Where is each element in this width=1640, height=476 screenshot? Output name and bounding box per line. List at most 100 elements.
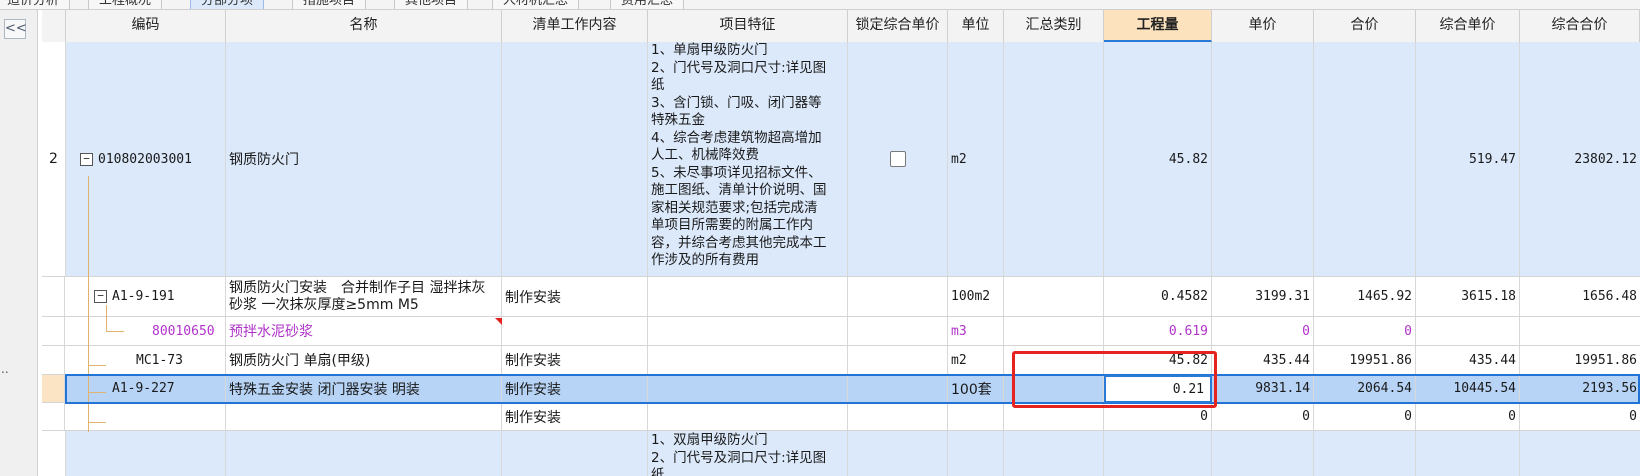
- item-unit-price[interactable]: 0: [1212, 403, 1314, 430]
- header-summary-category[interactable]: 汇总类别: [1004, 10, 1104, 42]
- item-unit-price[interactable]: 435.44: [1212, 346, 1314, 374]
- header-composite-total[interactable]: 综合合价: [1520, 10, 1640, 42]
- item-work-content[interactable]: 制作安装: [502, 346, 648, 374]
- item-features[interactable]: [648, 317, 848, 345]
- item-features[interactable]: [648, 403, 848, 430]
- table-row[interactable]: 2 − 010802003001 钢质防火门 1、单扇甲级防火门 2、门代号及洞…: [42, 42, 1640, 277]
- item-composite-total[interactable]: 0: [1520, 403, 1640, 430]
- item-code-cell[interactable]: − 010802003001: [66, 42, 226, 276]
- quantity-edit-input[interactable]: 0.21: [1104, 375, 1212, 403]
- item-features[interactable]: 1、双扇甲级防火门 2、门代号及洞口尺寸:详见图 纸: [648, 431, 848, 476]
- item-total-price[interactable]: 2064.54: [1314, 375, 1416, 402]
- item-work-content[interactable]: [502, 317, 648, 345]
- item-unit-price[interactable]: 0: [1212, 317, 1314, 345]
- item-unit[interactable]: [948, 431, 1004, 476]
- item-work-content[interactable]: [502, 42, 648, 276]
- header-total-price[interactable]: 合价: [1314, 10, 1416, 42]
- item-features[interactable]: [648, 277, 848, 316]
- table-row[interactable]: 80010650 预拌水泥砂浆 m3 0.619 0 0: [42, 317, 1640, 346]
- item-quantity[interactable]: 0: [1104, 403, 1212, 430]
- header-lock-price[interactable]: 锁定综合单价: [848, 10, 948, 42]
- item-unit-price[interactable]: [1212, 42, 1314, 276]
- item-code[interactable]: [66, 431, 226, 476]
- item-total-price[interactable]: 1465.92: [1314, 277, 1416, 316]
- item-name[interactable]: 钢质防火门: [226, 42, 502, 276]
- header-features[interactable]: 项目特征: [648, 10, 848, 42]
- header-work-content[interactable]: 清单工作内容: [502, 10, 648, 42]
- tab-other-items[interactable]: 其他项目: [394, 0, 469, 9]
- item-total-price[interactable]: 0: [1314, 403, 1416, 430]
- item-quantity[interactable]: 0.4582: [1104, 277, 1212, 316]
- header-quantity[interactable]: 工程量: [1104, 10, 1212, 42]
- item-composite-price[interactable]: [1416, 431, 1520, 476]
- item-code-cell[interactable]: − A1-9-191: [66, 277, 226, 316]
- item-total-price[interactable]: 0: [1314, 317, 1416, 345]
- item-composite-total[interactable]: [1520, 431, 1640, 476]
- header-composite-price[interactable]: 综合单价: [1416, 10, 1520, 42]
- item-features[interactable]: 1、单扇甲级防火门 2、门代号及洞口尺寸:详见图 纸 3、含门锁、门吸、闭门器等…: [648, 42, 848, 276]
- table-row[interactable]: 1、双扇甲级防火门 2、门代号及洞口尺寸:详见图 纸: [42, 431, 1640, 476]
- header-unit[interactable]: 单位: [948, 10, 1004, 42]
- item-composite-total[interactable]: [1520, 317, 1640, 345]
- item-name[interactable]: [226, 431, 502, 476]
- tab-fee-summary[interactable]: 费用汇总: [610, 0, 685, 9]
- item-summary-category[interactable]: [1004, 346, 1104, 374]
- item-summary-category[interactable]: [1004, 42, 1104, 276]
- item-name[interactable]: [226, 403, 502, 430]
- table-row[interactable]: 制作安装 0 0 0 0 0: [42, 403, 1640, 431]
- item-code[interactable]: A1-9-227: [66, 375, 226, 402]
- table-row[interactable]: − A1-9-191 钢质防火门安装 合并制作子目 湿拌抹灰砂浆 一次抹灰厚度≥…: [42, 277, 1640, 317]
- item-composite-price[interactable]: [1416, 317, 1520, 345]
- item-unit[interactable]: 100m2: [948, 277, 1004, 316]
- collapse-panel-button[interactable]: <<: [4, 19, 27, 39]
- item-composite-total[interactable]: 23802.12: [1520, 42, 1640, 276]
- tab-measures[interactable]: 措施项目: [292, 0, 367, 9]
- item-summary-category[interactable]: [1004, 403, 1104, 430]
- item-summary-category[interactable]: [1004, 277, 1104, 316]
- item-code[interactable]: MC1-73: [66, 346, 226, 374]
- item-composite-total[interactable]: 1656.48: [1520, 277, 1640, 316]
- tab-labor-material-summary[interactable]: 人材机汇总: [492, 0, 580, 9]
- item-summary-category[interactable]: [1004, 317, 1104, 345]
- item-composite-total[interactable]: 2193.56: [1520, 375, 1640, 402]
- tab-project-overview[interactable]: 工程概况: [88, 0, 163, 9]
- item-unit-price[interactable]: 3199.31: [1212, 277, 1314, 316]
- table-row[interactable]: MC1-73 钢质防火门 单扇(甲级) 制作安装 m2 45.82 435.44…: [42, 346, 1640, 375]
- header-unit-price[interactable]: 单价: [1212, 10, 1314, 42]
- item-composite-price[interactable]: 0: [1416, 403, 1520, 430]
- item-composite-price[interactable]: 3615.18: [1416, 277, 1520, 316]
- item-unit-price[interactable]: 9831.14: [1212, 375, 1314, 402]
- tab-cost-analysis[interactable]: 造价分析: [0, 0, 71, 9]
- item-total-price[interactable]: [1314, 42, 1416, 276]
- collapse-node-icon[interactable]: −: [80, 152, 93, 166]
- header-code-cell[interactable]: 编码: [66, 10, 226, 42]
- item-work-content[interactable]: 制作安装: [502, 375, 648, 402]
- item-work-content[interactable]: 制作安装: [502, 277, 648, 316]
- item-quantity[interactable]: 0.619: [1104, 317, 1212, 345]
- material-code[interactable]: 80010650: [66, 317, 226, 345]
- material-name[interactable]: 预拌水泥砂浆: [226, 317, 502, 345]
- item-quantity[interactable]: [1104, 431, 1212, 476]
- item-unit[interactable]: [948, 403, 1004, 430]
- item-name[interactable]: 钢质防火门 单扇(甲级): [226, 346, 502, 374]
- item-work-content[interactable]: 制作安装: [502, 403, 648, 430]
- item-total-price[interactable]: [1314, 431, 1416, 476]
- item-unit-price[interactable]: [1212, 431, 1314, 476]
- lock-price-checkbox[interactable]: [889, 151, 906, 167]
- item-unit[interactable]: m3: [948, 317, 1004, 345]
- item-quantity[interactable]: 45.82: [1104, 42, 1212, 276]
- item-features[interactable]: [648, 346, 848, 374]
- item-name[interactable]: 钢质防火门安装 合并制作子目 湿拌抹灰砂浆 一次抹灰厚度≥5mm M5: [226, 277, 502, 316]
- item-quantity[interactable]: 45.82: [1104, 346, 1212, 374]
- header-name[interactable]: 名称: [226, 10, 502, 42]
- item-summary-category[interactable]: [1004, 431, 1104, 476]
- collapse-node-icon[interactable]: −: [94, 290, 107, 303]
- item-composite-total[interactable]: 19951.86: [1520, 346, 1640, 374]
- table-row-selected[interactable]: A1-9-227 特殊五金安装 闭门器安装 明装 制作安装 100套 9831.…: [42, 375, 1640, 403]
- item-name[interactable]: 特殊五金安装 闭门器安装 明装: [226, 375, 502, 402]
- item-total-price[interactable]: 19951.86: [1314, 346, 1416, 374]
- tab-sub-items[interactable]: 分部分项: [190, 0, 265, 9]
- item-composite-price[interactable]: 435.44: [1416, 346, 1520, 374]
- item-features[interactable]: [648, 375, 848, 402]
- item-work-content[interactable]: [502, 431, 648, 476]
